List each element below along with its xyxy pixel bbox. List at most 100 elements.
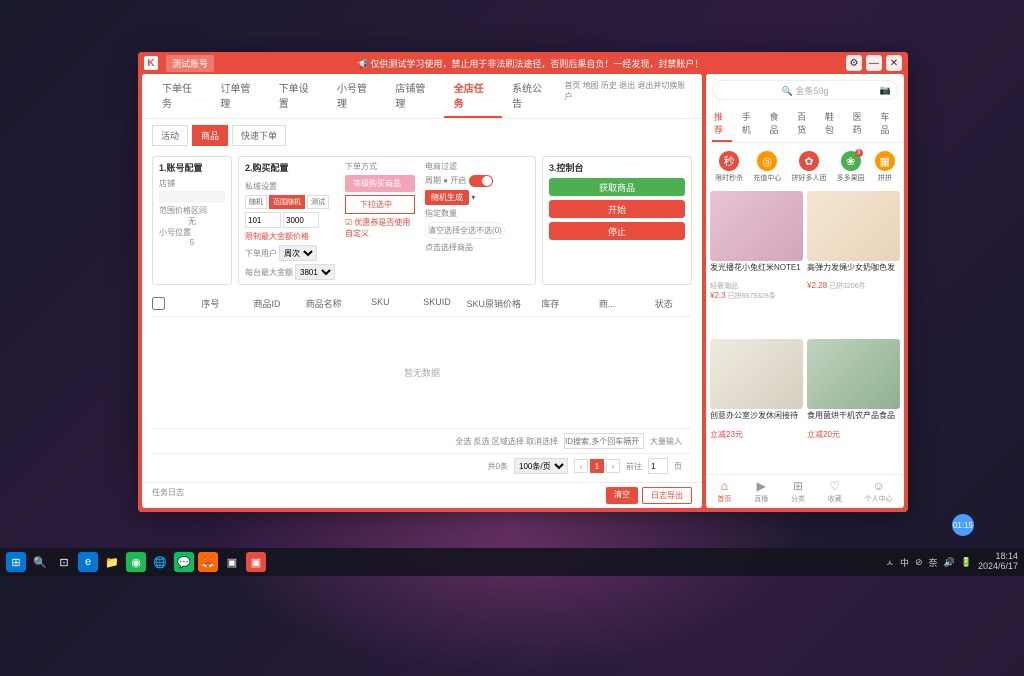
spotify-icon[interactable]: ◉ [126, 552, 146, 572]
chrome-icon[interactable]: 🌐 [150, 552, 170, 572]
titlebar: K 测试账号 📢 仅供测试学习使用，禁止用于非法刷法途径，否则后果自负！一经发现… [138, 52, 908, 74]
taskview-icon[interactable]: ⊡ [54, 552, 74, 572]
nav-item-1[interactable]: ▶直播 [754, 479, 768, 504]
search-input[interactable]: 🔍 金条50g 📷 [712, 80, 898, 100]
product-card-1[interactable]: 高弹力发绳少女奶咖色发¥2.28已拼3206件 [807, 191, 900, 335]
col-header: 商品ID [239, 297, 296, 312]
taskbar: ⊞ 🔍 ⊡ e 📁 ◉ 🌐 💬 🦊 ▣ ▣ ㅅ中⊘奈🔊🔋 18:14 2024/… [0, 548, 1024, 576]
search-icon[interactable]: 🔍 [30, 552, 50, 572]
firefox-icon[interactable]: 🦊 [198, 552, 218, 572]
wechat-icon[interactable]: 💬 [174, 552, 194, 572]
main-tab-1[interactable]: 订单管理 [210, 74, 268, 118]
start-icon[interactable]: ⊞ [6, 552, 26, 572]
range-max[interactable] [283, 212, 319, 228]
tray-icon[interactable]: ⊘ [915, 557, 923, 568]
cat-tab-2[interactable]: 食品 [767, 106, 787, 142]
main-tab-4[interactable]: 店铺管理 [385, 74, 443, 118]
clear-log-button[interactable]: 清空 [606, 487, 638, 504]
app-logo: K [144, 56, 158, 70]
page-1[interactable]: 1 [590, 459, 604, 473]
footer-links[interactable]: 全选 反选 区域选择 取消选择 [455, 436, 558, 447]
timer-badge[interactable]: 01:15 [952, 514, 974, 536]
product-card-0[interactable]: 发光播花小兔红米NOTE1轻奢潮品¥2.3已拼6579328条 [710, 191, 803, 335]
sub-tab-0[interactable]: 活动 [152, 125, 188, 146]
cat-tab-0[interactable]: 推荐 [712, 106, 732, 142]
account-tab[interactable]: 测试账号 [166, 55, 214, 72]
col-header: SKU原销价格 [465, 297, 522, 312]
select-all-checkbox[interactable] [152, 297, 165, 310]
camera-icon[interactable]: 📷 [880, 85, 891, 96]
cat-tab-3[interactable]: 百货 [795, 106, 815, 142]
cat-tab-1[interactable]: 手机 [740, 106, 760, 142]
goto-page-input[interactable] [648, 458, 668, 474]
app-icon-1[interactable]: ▣ [222, 552, 242, 572]
tray-icon[interactable]: 奈 [929, 556, 938, 569]
app-icon-2[interactable]: ▣ [246, 552, 266, 572]
control-btn-2[interactable]: 停止 [549, 222, 685, 240]
log-label: 任务日志 [152, 487, 184, 504]
cat-tab-4[interactable]: 鞋包 [823, 106, 843, 142]
tray-icon[interactable]: ㅅ [886, 556, 894, 569]
tray-icon[interactable]: 🔊 [944, 557, 955, 568]
per-page-select[interactable]: 100条/页 [514, 458, 568, 474]
sub-tabs: 活动商品快速下单 [142, 119, 702, 152]
user-select[interactable]: 周次 [279, 245, 317, 261]
random-gen-button[interactable]: 随机生成 [425, 190, 469, 205]
empty-state: 暂无数据 [152, 317, 692, 428]
top-links[interactable]: 首页 地图 历史 退出 退出并切换账户 [560, 74, 692, 118]
prev-page[interactable]: ‹ [574, 459, 588, 473]
price-select[interactable]: 3801 [295, 264, 335, 280]
main-tab-5[interactable]: 全店任务 [444, 74, 502, 118]
control-btn-1[interactable]: 开始 [549, 200, 685, 218]
export-log-button[interactable]: 日志导出 [642, 487, 692, 504]
next-page[interactable]: › [606, 459, 620, 473]
clock-date[interactable]: 2024/6/17 [978, 562, 1018, 572]
close-icon[interactable]: ✕ [886, 55, 902, 71]
mode-opt-0[interactable]: 随机 [245, 195, 267, 209]
cat-tab-5[interactable]: 医药 [851, 106, 871, 142]
shop-panel: 🔍 金条50g 📷 推荐手机食品百货鞋包医药车品 秒限时秒杀 ◎充值中心 ✿拼好多人… [706, 74, 904, 508]
nav-item-4[interactable]: ☺个人中心 [865, 479, 893, 504]
main-tab-6[interactable]: 系统公告 [502, 74, 560, 118]
main-tab-0[interactable]: 下单任务 [152, 74, 210, 118]
tray-icon[interactable]: 中 [900, 556, 909, 569]
main-tabs: 下单任务订单管理下单设置小号管理店铺管理全店任务系统公告首页 地图 历史 退出 … [142, 74, 702, 119]
coupon-checkbox[interactable]: ☑ 优惠券是否使用自定义 [345, 217, 415, 239]
minimize-icon[interactable]: — [866, 55, 882, 71]
filter-toggle[interactable] [469, 175, 493, 187]
quick-icon-1[interactable]: ◎充值中心 [753, 151, 781, 183]
nav-item-3[interactable]: ♡收藏 [828, 479, 842, 504]
nav-item-2[interactable]: ⊞分类 [791, 479, 805, 504]
quick-icon-3[interactable]: ❀3多多果园 [837, 151, 865, 183]
level-buy-button[interactable]: 等级购买商品 [345, 175, 415, 192]
product-card-3[interactable]: 食用菌烘干机农产品食品立减20元 [807, 339, 900, 474]
mode-opt-2[interactable]: 测试 [307, 195, 329, 209]
edge-icon[interactable]: e [78, 552, 98, 572]
col-header: 商品名称 [295, 297, 352, 312]
control-btn-0[interactable]: 获取商品 [549, 178, 685, 196]
col-header: 商... [579, 297, 636, 312]
sub-tab-1[interactable]: 商品 [192, 125, 228, 146]
nav-item-0[interactable]: ⌂首页 [717, 479, 731, 504]
main-tab-2[interactable]: 下单设置 [269, 74, 327, 118]
quick-icon-4[interactable]: ▦拼拼 [875, 151, 895, 183]
settings-icon[interactable]: ⚙ [846, 55, 862, 71]
bulk-input-button[interactable]: 大量输入 [650, 436, 682, 447]
cat-tab-6[interactable]: 车品 [878, 106, 898, 142]
col-header: 状态 [635, 297, 692, 312]
col-header: SKU [352, 297, 409, 312]
mode-opt-1[interactable]: 范围随机 [269, 195, 305, 209]
range-min[interactable] [245, 212, 281, 228]
quick-icon-2[interactable]: ✿拼好多人团 [791, 151, 826, 183]
explorer-icon[interactable]: 📁 [102, 552, 122, 572]
product-card-2[interactable]: 创意办公室沙发休闲接待立减23元 [710, 339, 803, 474]
left-panel: 下单任务订单管理下单设置小号管理店铺管理全店任务系统公告首页 地图 历史 退出 … [142, 74, 702, 508]
submit-button[interactable]: 下拉选中 [345, 195, 415, 214]
quick-icon-0[interactable]: 秒限时秒杀 [715, 151, 743, 183]
col-header: SKUID [409, 297, 466, 312]
id-search-input[interactable] [564, 433, 644, 449]
main-tab-3[interactable]: 小号管理 [327, 74, 385, 118]
sub-tab-2[interactable]: 快速下单 [232, 125, 286, 146]
control-panel: 3.控制台 获取商品开始停止 [542, 156, 692, 285]
tray-icon[interactable]: 🔋 [961, 557, 972, 568]
